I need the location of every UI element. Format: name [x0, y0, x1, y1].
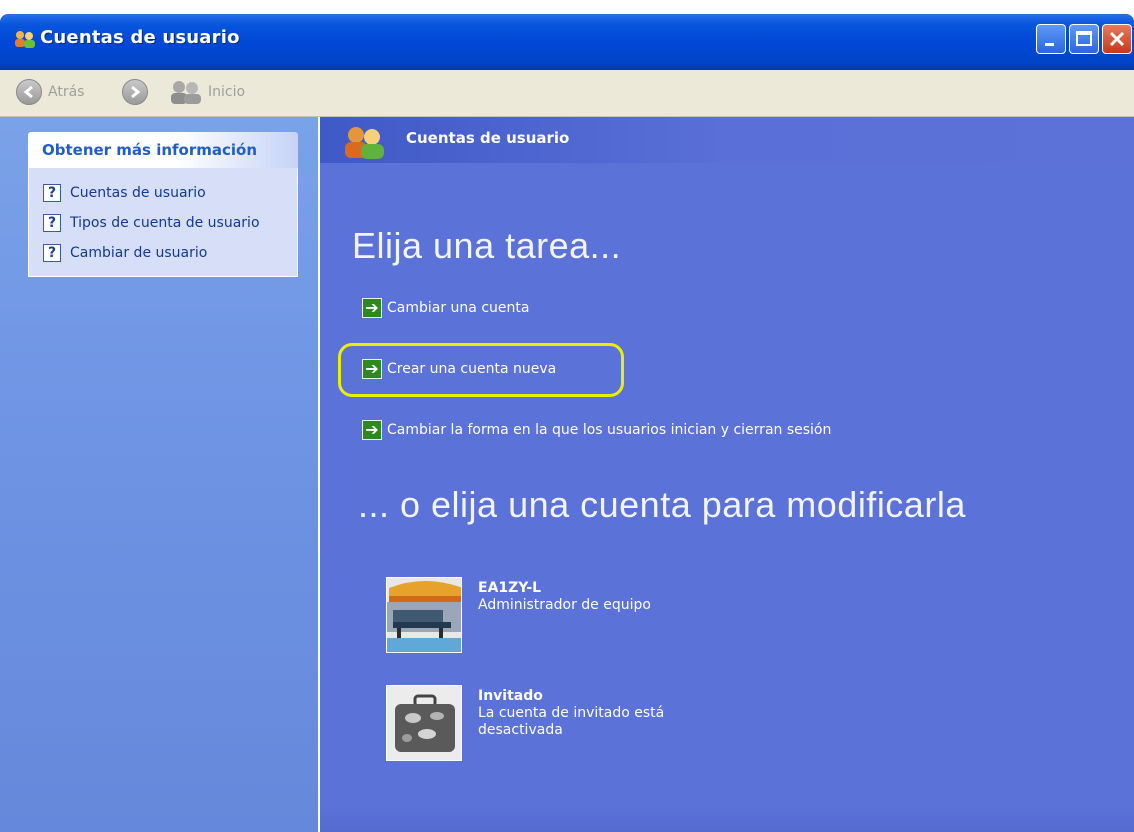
forward-button[interactable] — [122, 78, 148, 106]
beach-chair-picture — [387, 578, 461, 652]
page-title: Cuentas de usuario — [406, 129, 570, 147]
account-picture — [386, 685, 462, 761]
back-arrow-icon — [16, 79, 42, 105]
help-link-label: Cuentas de usuario — [70, 185, 206, 201]
home-button[interactable]: Inicio — [168, 78, 245, 106]
close-icon — [1109, 31, 1125, 47]
account-heading: ... o elija una cuenta para modificarla — [358, 484, 966, 525]
green-arrow-icon: ➔ — [362, 420, 382, 440]
main-content: Cuentas de usuario Elija una tarea... ➔ … — [320, 117, 1134, 832]
help-link-account-types[interactable]: ? Tipos de cuenta de usuario — [29, 208, 297, 238]
learn-more-title: Obtener más información — [42, 141, 258, 159]
main-header: Cuentas de usuario — [320, 117, 1134, 163]
help-icon: ? — [43, 184, 61, 202]
help-link-label: Cambiar de usuario — [70, 245, 208, 261]
home-label: Inicio — [208, 84, 246, 100]
green-arrow-icon: ➔ — [362, 359, 382, 379]
maximize-icon — [1076, 31, 1092, 46]
back-label: Atrás — [48, 84, 85, 100]
bottom-shade — [320, 807, 1134, 832]
maximize-button[interactable] — [1069, 24, 1099, 54]
user-accounts-icon — [15, 31, 35, 48]
suitcase-picture — [387, 686, 461, 760]
home-users-icon — [171, 81, 201, 104]
window-title: Cuentas de usuario — [40, 27, 240, 48]
sidebar: Obtener más información ? Cuentas de usu… — [0, 117, 318, 832]
task-label: Cambiar la forma en la que los usuarios … — [387, 422, 832, 438]
help-link-switch-user[interactable]: ? Cambiar de usuario — [29, 238, 297, 268]
learn-more-panel: Obtener más información ? Cuentas de usu… — [28, 132, 298, 277]
help-link-label: Tipos de cuenta de usuario — [70, 215, 260, 231]
close-button[interactable] — [1102, 24, 1132, 54]
account-invitado[interactable]: Invitado La cuenta de invitado está desa… — [386, 685, 664, 761]
back-button[interactable]: Atrás — [16, 78, 84, 106]
green-arrow-icon: ➔ — [362, 298, 382, 318]
account-ea1zy-l[interactable]: EA1ZY-L Administrador de equipo — [386, 577, 651, 653]
learn-more-panel-body: ? Cuentas de usuario ? Tipos de cuenta d… — [28, 168, 298, 277]
help-link-user-accounts[interactable]: ? Cuentas de usuario — [29, 178, 297, 208]
task-change-account[interactable]: ➔ Cambiar una cuenta — [362, 298, 529, 318]
minimize-button[interactable] — [1036, 24, 1066, 54]
minimize-icon — [1045, 43, 1054, 46]
task-label: Crear una cuenta nueva — [387, 361, 557, 377]
task-create-account[interactable]: ➔ Crear una cuenta nueva — [362, 359, 556, 379]
title-bar: Cuentas de usuario — [0, 0, 1134, 70]
account-description: La cuenta de invitado está desactivada — [478, 705, 665, 738]
forward-arrow-icon — [122, 79, 148, 105]
task-heading: Elija una tarea... — [352, 225, 622, 266]
navigation-toolbar: Atrás Inicio — [0, 70, 1134, 117]
user-accounts-icon — [345, 127, 384, 159]
task-change-logon[interactable]: ➔ Cambiar la forma en la que los usuario… — [362, 420, 831, 440]
account-name: EA1ZY-L — [478, 580, 542, 596]
task-label: Cambiar una cuenta — [387, 300, 530, 316]
account-description: Administrador de equipo — [478, 597, 651, 613]
help-icon: ? — [43, 244, 61, 262]
learn-more-panel-header: Obtener más información — [28, 132, 298, 168]
help-icon: ? — [43, 214, 61, 232]
account-picture — [386, 577, 462, 653]
account-name: Invitado — [478, 688, 543, 704]
